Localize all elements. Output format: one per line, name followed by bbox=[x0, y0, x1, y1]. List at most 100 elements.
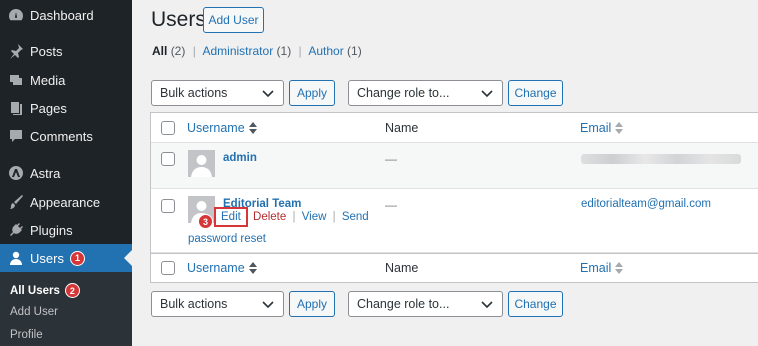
users-table: Username Name Email admin — Editorial Te… bbox=[150, 112, 758, 283]
column-username-label: Username bbox=[187, 261, 245, 275]
brush-icon bbox=[8, 194, 24, 210]
sidebar-item-label: Media bbox=[30, 72, 66, 88]
column-username-sort[interactable]: Username bbox=[187, 121, 257, 135]
sidebar-item-comments[interactable]: Comments bbox=[0, 122, 132, 150]
table-header-row: Username Name Email bbox=[151, 113, 758, 143]
apply-button-bottom[interactable]: Apply bbox=[289, 291, 335, 317]
sidebar-item-label: Astra bbox=[30, 165, 61, 181]
sidebar-item-label: Plugins bbox=[30, 222, 73, 238]
bulk-actions-select[interactable]: Bulk actions bbox=[151, 80, 284, 106]
filter-all-count: (2) bbox=[170, 44, 186, 58]
row-checkbox[interactable] bbox=[161, 152, 175, 166]
sidebar-item-label: Users bbox=[30, 250, 64, 266]
submenu-item-label: All Users bbox=[10, 284, 60, 297]
filter-all[interactable]: All bbox=[152, 44, 167, 58]
redacted-email bbox=[581, 154, 741, 164]
column-email-sort[interactable]: Email bbox=[580, 121, 624, 135]
column-email-sort[interactable]: Email bbox=[580, 261, 624, 275]
change-role-value: Change role to... bbox=[357, 297, 450, 311]
user-icon bbox=[8, 250, 24, 266]
step-badge: 3 bbox=[198, 214, 213, 229]
username-link[interactable]: admin bbox=[223, 152, 257, 164]
sidebar-item-dashboard[interactable]: Dashboard bbox=[0, 1, 132, 29]
filter-separator: | bbox=[298, 44, 302, 58]
sidebar-item-label: Comments bbox=[30, 128, 93, 144]
sidebar-item-posts[interactable]: Posts bbox=[0, 37, 132, 65]
avatar bbox=[188, 150, 215, 177]
column-username-label: Username bbox=[187, 121, 245, 135]
plugin-icon bbox=[8, 222, 24, 238]
bulk-actions-value: Bulk actions bbox=[160, 86, 228, 100]
step-badge: 1 bbox=[69, 250, 85, 266]
filter-author[interactable]: Author bbox=[308, 44, 343, 58]
sidebar-item-users[interactable]: Users 1 bbox=[0, 244, 132, 272]
change-role-select[interactable]: Change role to... bbox=[348, 80, 503, 106]
sort-icon bbox=[615, 122, 624, 134]
sidebar-item-astra[interactable]: Astra bbox=[0, 159, 132, 187]
sidebar-item-appearance[interactable]: Appearance bbox=[0, 188, 132, 216]
table-row: Editorial Team — editorialteam@gmail.com… bbox=[151, 189, 758, 253]
submenu-item-profile[interactable]: Profile bbox=[10, 329, 43, 341]
sidebar-item-label: Pages bbox=[30, 100, 67, 116]
email-link[interactable]: editorialteam@gmail.com bbox=[581, 198, 711, 210]
sidebar-item-media[interactable]: Media bbox=[0, 66, 132, 94]
sort-icon bbox=[248, 262, 257, 274]
action-separator: | bbox=[332, 211, 336, 223]
add-user-button[interactable]: Add User bbox=[203, 7, 264, 33]
bulk-actions-select-bottom[interactable]: Bulk actions bbox=[151, 291, 284, 317]
change-button-bottom[interactable]: Change bbox=[508, 291, 563, 317]
submenu-item-add-user[interactable]: Add User bbox=[10, 306, 58, 318]
main-content: Users Add User All (2) | Administrator (… bbox=[132, 0, 758, 346]
filter-administrator-count: (1) bbox=[276, 44, 292, 58]
column-username-sort[interactable]: Username bbox=[187, 261, 257, 275]
user-role-filters: All (2) | Administrator (1) | Author (1) bbox=[152, 44, 362, 58]
pages-icon bbox=[8, 100, 24, 116]
table-footer-row: Username Name Email bbox=[151, 253, 758, 283]
chevron-down-icon bbox=[262, 90, 274, 98]
apply-button[interactable]: Apply bbox=[289, 80, 335, 106]
name-value: — bbox=[385, 152, 397, 166]
change-role-value: Change role to... bbox=[357, 86, 450, 100]
change-button[interactable]: Change bbox=[508, 80, 563, 106]
sidebar-item-label: Appearance bbox=[30, 194, 101, 210]
dashboard-icon bbox=[8, 7, 24, 23]
row-checkbox[interactable] bbox=[161, 199, 175, 213]
send-link[interactable]: Send bbox=[342, 211, 369, 223]
sort-icon bbox=[615, 262, 624, 274]
astra-icon bbox=[8, 165, 24, 181]
password-reset-link[interactable]: password reset bbox=[188, 233, 266, 245]
filter-administrator[interactable]: Administrator bbox=[203, 44, 274, 58]
media-icon bbox=[8, 72, 24, 88]
column-email-label: Email bbox=[580, 261, 612, 275]
filter-author-count: (1) bbox=[347, 44, 362, 58]
admin-sidebar: Dashboard Posts Media Pages Comments Ast… bbox=[0, 0, 132, 346]
comments-icon bbox=[8, 128, 24, 144]
pushpin-icon bbox=[8, 43, 24, 59]
select-all-checkbox[interactable] bbox=[161, 121, 175, 135]
column-name-label: Name bbox=[385, 261, 419, 275]
chevron-down-icon bbox=[481, 90, 493, 98]
chevron-down-icon bbox=[262, 301, 274, 309]
delete-link[interactable]: Delete bbox=[253, 211, 286, 223]
edit-link[interactable]: Edit bbox=[214, 207, 248, 227]
name-value: — bbox=[385, 198, 397, 212]
submenu-item-all-users[interactable]: All Users 2 bbox=[10, 283, 80, 298]
table-row: admin — bbox=[151, 143, 758, 189]
chevron-down-icon bbox=[481, 301, 493, 309]
view-link[interactable]: View bbox=[302, 211, 327, 223]
sort-icon bbox=[248, 122, 257, 134]
sidebar-item-label: Posts bbox=[30, 43, 63, 59]
column-name-label: Name bbox=[385, 121, 419, 135]
change-role-select-bottom[interactable]: Change role to... bbox=[348, 291, 503, 317]
sidebar-item-label: Dashboard bbox=[30, 7, 94, 23]
step-badge: 2 bbox=[64, 283, 80, 298]
select-all-checkbox[interactable] bbox=[161, 261, 175, 275]
page-title: Users bbox=[151, 8, 206, 31]
bulk-actions-value: Bulk actions bbox=[160, 297, 228, 311]
sidebar-item-pages[interactable]: Pages bbox=[0, 94, 132, 122]
action-separator: | bbox=[292, 211, 296, 223]
users-submenu: All Users 2 Add User Profile bbox=[0, 272, 132, 346]
filter-separator: | bbox=[192, 44, 196, 58]
row-actions: Edit Delete | View | Send bbox=[214, 207, 369, 227]
sidebar-item-plugins[interactable]: Plugins bbox=[0, 216, 132, 244]
